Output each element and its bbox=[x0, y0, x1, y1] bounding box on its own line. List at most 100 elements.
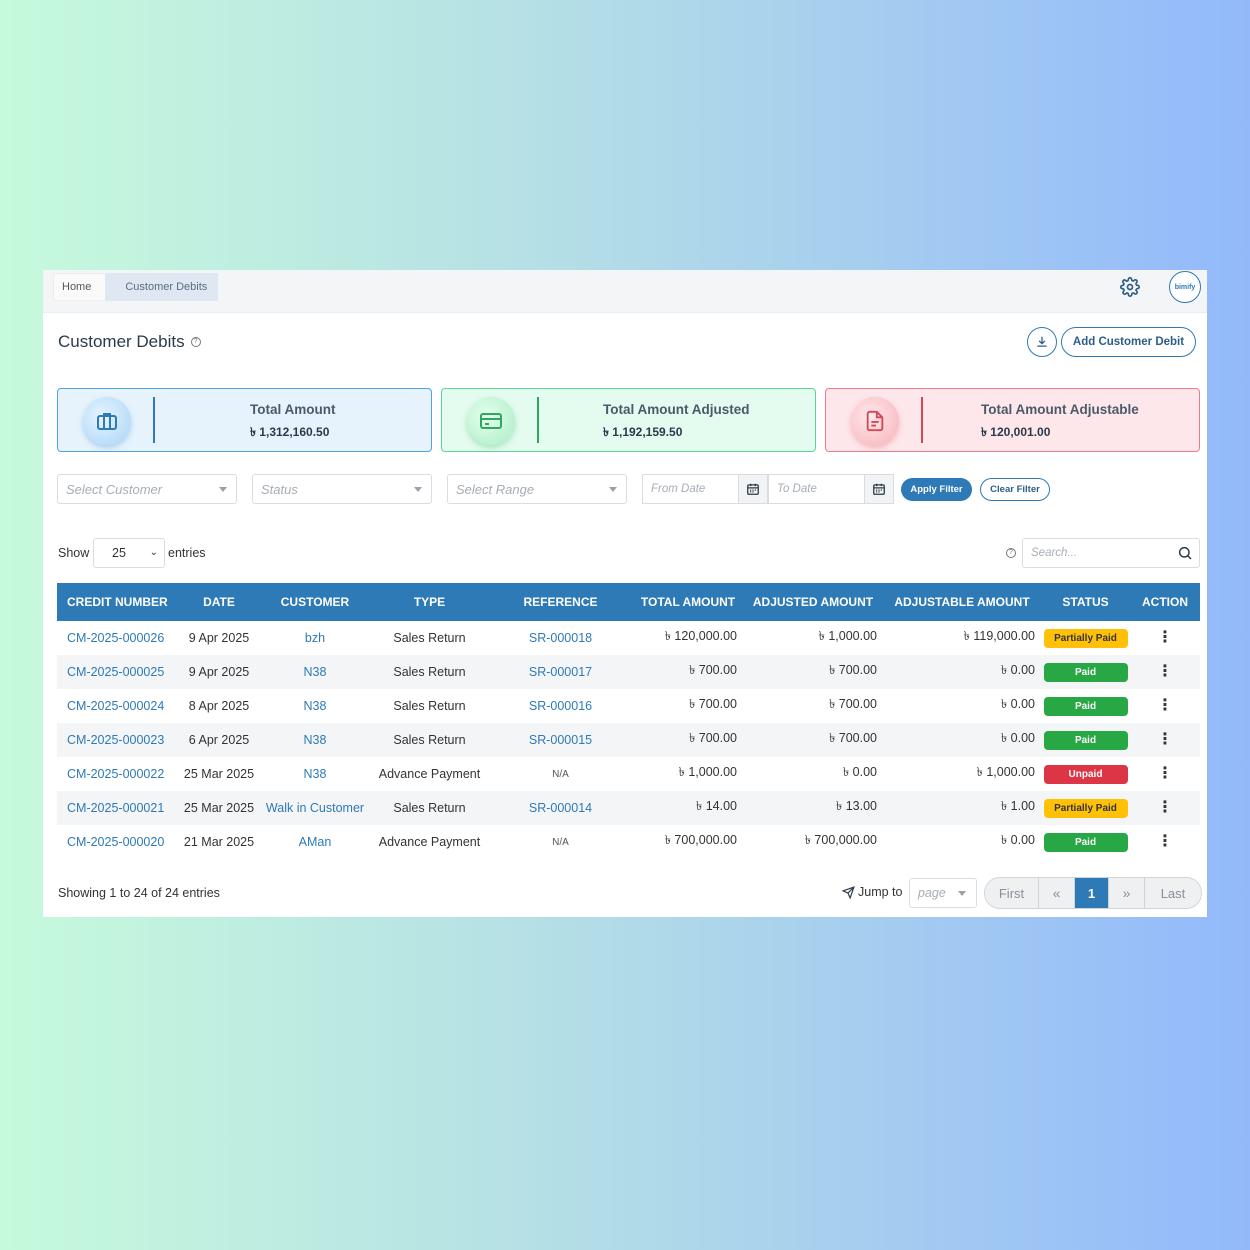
user-avatar[interactable]: bimify bbox=[1169, 271, 1201, 303]
reference-link[interactable]: SR-000018 bbox=[488, 621, 633, 655]
clear-filter-button[interactable]: Clear Filter bbox=[980, 478, 1050, 501]
status-cell: Unpaid bbox=[1041, 757, 1130, 791]
adjustable-amount-cell: ৳ 0.00 bbox=[1000, 697, 1035, 711]
card-amount: ৳ 120,001.00 bbox=[981, 425, 1051, 439]
adjusted-amount-cell: ৳ 700.00 bbox=[829, 731, 877, 745]
total-amount-cell: ৳ 14.00 bbox=[696, 799, 737, 813]
more-options-icon[interactable]: ⋮ bbox=[1157, 731, 1173, 748]
table-row[interactable]: CM-2025-000025 9 Apr 2025 N38 Sales Return S… bbox=[57, 655, 1200, 689]
status-cell: Paid bbox=[1041, 655, 1130, 689]
more-options-icon[interactable]: ⋮ bbox=[1157, 663, 1173, 680]
customer-link[interactable]: N38 bbox=[259, 723, 371, 757]
card-divider bbox=[537, 397, 539, 443]
search-help-icon[interactable]: ? bbox=[1006, 548, 1016, 558]
credit-number-link[interactable]: CM-2025-000021 bbox=[57, 791, 179, 825]
table-row[interactable]: CM-2025-000021 25 Mar 2025 Walk in Custome… bbox=[57, 791, 1200, 825]
column-header-customer[interactable]: CUSTOMER bbox=[259, 583, 371, 621]
credit-number-link[interactable]: CM-2025-000023 bbox=[57, 723, 179, 757]
status-cell: Partially Paid bbox=[1041, 621, 1130, 655]
table-body: CM-2025-000026 9 Apr 2025 bzh Sales Return S… bbox=[57, 621, 1200, 859]
table-row[interactable]: CM-2025-000023 6 Apr 2025 N38 Sales Return S… bbox=[57, 723, 1200, 757]
more-options-icon[interactable]: ⋮ bbox=[1157, 799, 1173, 816]
last-page-button[interactable]: Last bbox=[1145, 878, 1201, 908]
jump-to-page-select[interactable]: page bbox=[909, 878, 977, 908]
select-range-placeholder: Select Range bbox=[456, 481, 535, 497]
to-date-input[interactable]: To Date bbox=[768, 474, 894, 504]
credit-number-link[interactable]: CM-2025-000020 bbox=[57, 825, 179, 859]
calendar-icon[interactable] bbox=[864, 475, 893, 503]
settings-gear-icon[interactable] bbox=[1119, 276, 1141, 298]
type-cell: Advance Payment bbox=[378, 767, 481, 781]
select-customer-dropdown[interactable]: Select Customer bbox=[57, 474, 237, 504]
column-header-reference[interactable]: REFERENCE bbox=[488, 583, 633, 621]
total-amount-cell: ৳ 1,000.00 bbox=[678, 765, 737, 779]
more-options-icon[interactable]: ⋮ bbox=[1157, 765, 1173, 782]
date-cell: 6 Apr 2025 bbox=[188, 733, 250, 747]
column-header-date[interactable]: DATE bbox=[179, 583, 259, 621]
column-header-total-amount[interactable]: TOTAL AMOUNT bbox=[633, 583, 743, 621]
previous-page-button[interactable]: « bbox=[1039, 878, 1075, 908]
column-header-adjustable-amount[interactable]: ADJUSTABLE AMOUNT bbox=[883, 583, 1041, 621]
column-header-adjusted-amount[interactable]: ADJUSTED AMOUNT bbox=[743, 583, 883, 621]
date-cell: 9 Apr 2025 bbox=[188, 665, 250, 679]
calendar-icon[interactable] bbox=[738, 475, 767, 503]
type-cell: Advance Payment bbox=[378, 835, 481, 849]
credit-number-link[interactable]: CM-2025-000022 bbox=[57, 757, 179, 791]
jump-to-label: Jump to bbox=[842, 885, 902, 899]
table-row[interactable]: CM-2025-000020 21 Mar 2025 AMan Advance Pay… bbox=[57, 825, 1200, 859]
document-icon bbox=[851, 397, 899, 445]
apply-filter-button[interactable]: Apply Filter bbox=[901, 478, 972, 501]
type-cell: Sales Return bbox=[393, 631, 466, 645]
reference-link[interactable]: SR-000017 bbox=[488, 655, 633, 689]
entries-per-page-select[interactable]: 25 ⌄ bbox=[93, 538, 165, 568]
table-row[interactable]: CM-2025-000026 9 Apr 2025 bzh Sales Return S… bbox=[57, 621, 1200, 655]
customer-link[interactable]: AMan bbox=[259, 825, 371, 859]
search-icon[interactable] bbox=[1177, 545, 1193, 564]
customer-link[interactable]: N38 bbox=[259, 655, 371, 689]
top-bar: Home Customer Debits bimify bbox=[43, 270, 1207, 313]
more-options-icon[interactable]: ⋮ bbox=[1157, 833, 1173, 850]
card-divider bbox=[921, 397, 923, 443]
show-label: Show bbox=[58, 546, 90, 560]
debits-table-container[interactable]: CREDIT NUMBER DATE CUSTOMER TYPE REFEREN… bbox=[57, 583, 1200, 864]
page-title: Customer Debits ? bbox=[58, 332, 201, 352]
column-header-type[interactable]: TYPE bbox=[371, 583, 488, 621]
select-range-dropdown[interactable]: Select Range bbox=[447, 474, 627, 504]
customer-link[interactable]: N38 bbox=[259, 689, 371, 723]
total-amount-cell: ৳ 700.00 bbox=[689, 663, 737, 677]
more-options-icon[interactable]: ⋮ bbox=[1157, 629, 1173, 646]
add-customer-debit-button[interactable]: Add Customer Debit bbox=[1061, 327, 1196, 357]
credit-number-link[interactable]: CM-2025-000024 bbox=[57, 689, 179, 723]
breadcrumb-home[interactable]: Home bbox=[53, 273, 115, 301]
customer-link[interactable]: Walk in Customer bbox=[259, 791, 371, 825]
table-row[interactable]: CM-2025-000022 25 Mar 2025 N38 Advance Paym… bbox=[57, 757, 1200, 791]
next-page-button[interactable]: » bbox=[1109, 878, 1145, 908]
column-header-credit-number[interactable]: CREDIT NUMBER bbox=[57, 583, 179, 621]
search-input[interactable]: Search... bbox=[1022, 538, 1200, 568]
date-cell: 25 Mar 2025 bbox=[183, 767, 255, 781]
credit-number-link[interactable]: CM-2025-000026 bbox=[57, 621, 179, 655]
credit-number-link[interactable]: CM-2025-000025 bbox=[57, 655, 179, 689]
from-date-input[interactable]: From Date bbox=[642, 474, 768, 504]
more-options-icon[interactable]: ⋮ bbox=[1157, 697, 1173, 714]
send-icon bbox=[842, 885, 855, 899]
first-page-button[interactable]: First bbox=[985, 878, 1039, 908]
reference-link[interactable]: SR-000015 bbox=[488, 723, 633, 757]
customer-link[interactable]: N38 bbox=[259, 757, 371, 791]
customer-link[interactable]: bzh bbox=[259, 621, 371, 655]
reference-link[interactable]: SR-000016 bbox=[488, 689, 633, 723]
table-row[interactable]: CM-2025-000024 8 Apr 2025 N38 Sales Return S… bbox=[57, 689, 1200, 723]
adjusted-amount-cell: ৳ 700,000.00 bbox=[804, 833, 877, 847]
adjusted-amount-cell: ৳ 700.00 bbox=[829, 663, 877, 677]
download-button[interactable] bbox=[1027, 327, 1057, 357]
total-amount-cell: ৳ 700,000.00 bbox=[664, 833, 737, 847]
adjusted-amount-cell: ৳ 1,000.00 bbox=[818, 629, 877, 643]
help-icon[interactable]: ? bbox=[190, 337, 201, 347]
column-header-status[interactable]: STATUS bbox=[1041, 583, 1130, 621]
adjustable-amount-cell: ৳ 0.00 bbox=[1000, 731, 1035, 745]
reference-link[interactable]: SR-000014 bbox=[488, 791, 633, 825]
adjustable-amount-cell: ৳ 119,000.00 bbox=[963, 629, 1035, 643]
caret-down-icon bbox=[414, 487, 422, 492]
current-page-button[interactable]: 1 bbox=[1075, 878, 1109, 908]
status-dropdown[interactable]: Status bbox=[252, 474, 432, 504]
